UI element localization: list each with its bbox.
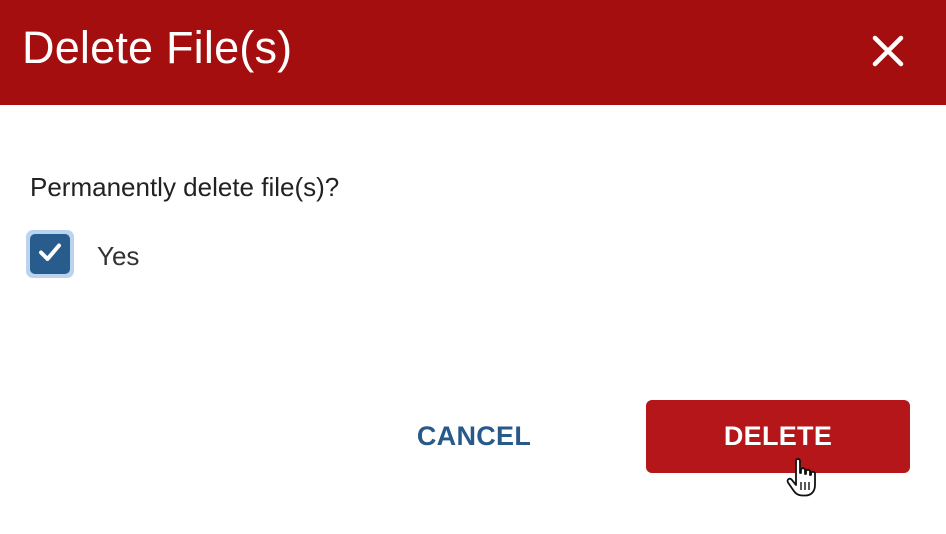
confirmation-prompt: Permanently delete file(s)? bbox=[30, 172, 340, 202]
dialog-header: Delete File(s) bbox=[0, 0, 946, 105]
delete-button[interactable]: DELETE bbox=[646, 400, 910, 473]
close-button[interactable] bbox=[864, 27, 912, 75]
checkbox-checked-box bbox=[30, 234, 70, 274]
confirm-checkbox-label[interactable]: Yes bbox=[97, 239, 139, 273]
confirm-checkbox[interactable] bbox=[26, 230, 74, 278]
delete-files-dialog: Delete File(s) Permanently delete file(s… bbox=[0, 0, 946, 534]
close-icon bbox=[864, 27, 912, 75]
confirm-checkbox-row: Yes bbox=[26, 230, 226, 282]
cancel-button[interactable]: CANCEL bbox=[390, 400, 558, 472]
dialog-title: Delete File(s) bbox=[22, 22, 293, 73]
checkmark-icon bbox=[36, 238, 64, 271]
